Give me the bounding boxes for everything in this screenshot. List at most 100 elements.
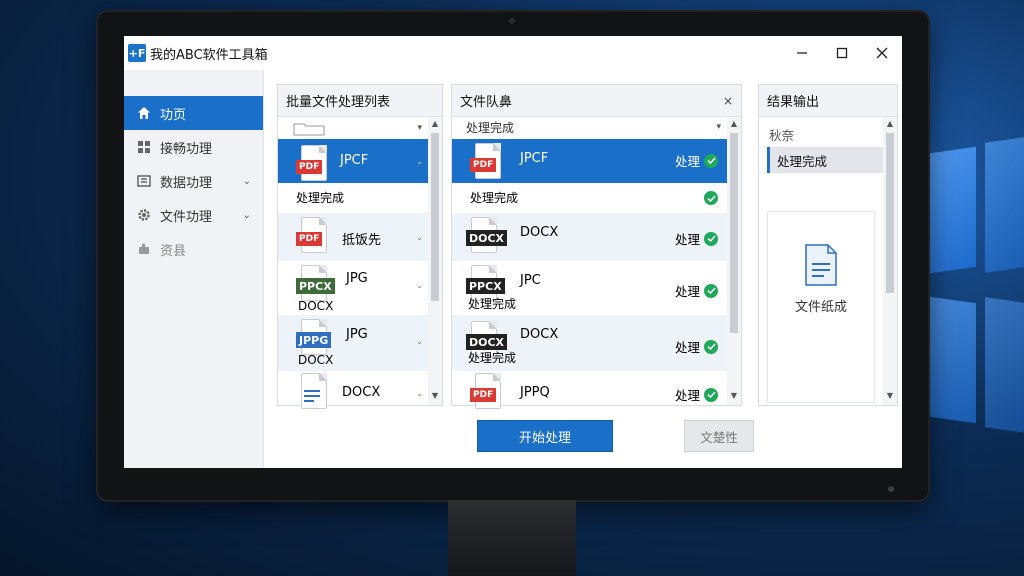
list-item[interactable]: JPPG JPG ⌄ DOCX [278,315,429,371]
chevron-down-icon: ⌄ [242,209,251,221]
scrollbar[interactable]: ▲ ▼ [727,117,741,405]
batch-file-panel: 批量文件处理列表 ▾ PDF JPCF ⌄ 处理完成 PDF 抵饭先 ⌄ PPC… [277,84,443,409]
file-status: 处理完成 [296,191,345,205]
list-item[interactable]: PDF JPCF ⌄ [278,139,429,183]
panel-title: 文件队鼻 [460,95,513,110]
folder-icon [293,123,325,136]
panel-header: 文件队鼻 × [452,85,741,117]
status-label: 处理 [675,281,728,300]
panel-title: 批量文件处理列表 [278,85,442,117]
minimize-icon [797,52,807,54]
title-bar: +F 我的ABC软件工具箱 [124,36,902,70]
status-label: 处理 [675,337,728,356]
scroll-down-icon[interactable]: ▼ [428,391,442,403]
sort-icon[interactable]: ▾ [417,123,422,133]
scroll-thumb[interactable] [886,133,894,293]
minimize-button[interactable] [782,36,822,70]
scroll-down-icon[interactable]: ▼ [883,391,897,403]
start-processing-button[interactable]: 开始处理 [477,420,613,452]
window-title: 我的ABC软件工具箱 [150,47,268,63]
file-name: DOCX [520,327,559,342]
sidebar-item-files[interactable]: 文件功理 ⌄ [124,198,263,232]
scrollbar[interactable]: ▲ ▼ [428,117,442,405]
power-led [888,486,894,492]
list-header: ▾ [278,117,442,139]
queue-row[interactable]: PPCX JPC 处理 处理完成 [452,261,728,315]
close-icon[interactable]: × [723,94,733,108]
status-label: 处理 [675,151,728,170]
scroll-thumb[interactable] [431,133,439,301]
scroll-thumb[interactable] [730,133,738,333]
maximize-button[interactable] [822,36,862,70]
file-name: JPPQ [520,385,550,400]
sidebar-item-home[interactable]: 功页 [124,96,263,130]
docx-file-icon: DOCX [466,217,508,257]
sidebar-item-label: 接畅功理 [160,141,213,157]
queue-row[interactable]: DOCX DOCX 处理 处理完成 [452,315,728,371]
close-button[interactable] [862,36,902,70]
sidebar-item-resources[interactable]: 资县 [124,232,263,266]
pdf-file-icon: PDF [296,145,330,185]
check-icon [704,283,718,298]
list-header-label: 处理完成 [466,120,515,135]
panel-title: 结果输出 [759,85,897,117]
puzzle-icon [136,241,152,257]
queue-row[interactable]: PDF JPPQ 处理 [452,371,728,409]
word-file-icon [296,373,330,413]
list-item[interactable]: DOCX ⌄ [278,371,429,409]
scroll-up-icon[interactable]: ▲ [428,119,442,131]
scroll-up-icon[interactable]: ▲ [883,119,897,131]
scrollbar[interactable]: ▲ ▼ [883,117,897,405]
sidebar-item-data[interactable]: 数据功理 ⌄ [124,164,263,198]
app-logo-icon: +F [128,44,146,62]
desktop-wallpaper-pane [930,296,976,424]
sidebar-item-label: 资县 [160,243,187,259]
data-icon [136,173,152,189]
webcam [509,18,515,24]
file-sub: DOCX [298,353,334,367]
grid-icon [136,139,152,155]
file-name: JPC [520,273,541,288]
queue-row-status: 处理完成 [452,183,728,213]
file-status: 处理完成 [468,297,517,311]
check-icon [704,231,718,246]
scroll-up-icon[interactable]: ▲ [727,119,741,131]
document-icon [805,244,837,286]
file-queue-panel: 文件队鼻 × 处理完成 ▾ PDF JPCF 处理 处理完成 DOCX DOCX [451,84,742,409]
file-status: 处理完成 [470,191,519,205]
secondary-button[interactable]: 文楚性 [684,420,754,452]
file-name: DOCX [342,385,381,400]
sidebar-item-connect[interactable]: 接畅功理 [124,130,263,164]
desktop-wallpaper-pane [930,146,976,274]
home-icon [136,105,152,121]
queue-row[interactable]: DOCX DOCX 处理 [452,213,728,261]
queue-row[interactable]: PDF JPCF 处理 [452,139,728,183]
desktop-wallpaper-pane [985,137,1024,273]
file-sub: DOCX [298,299,334,313]
list-item[interactable]: PPCX JPG ⌄ DOCX [278,261,429,315]
scroll-down-icon[interactable]: ▼ [727,391,741,403]
check-icon [704,339,718,354]
list-item[interactable]: PDF 抵饭先 ⌄ [278,213,429,261]
file-name: JPCF [520,151,549,166]
sidebar-item-label: 数据功理 [160,175,213,191]
file-name: DOCX [520,225,559,240]
list-item-status: 处理完成 [278,183,429,213]
file-name: JPCF [340,153,369,168]
result-item[interactable]: 秋奈 [759,121,897,147]
pdf-file-icon: PDF [470,143,504,183]
sidebar-item-label: 文件功理 [160,209,213,225]
result-item-selected[interactable]: 处理完成 [767,147,889,173]
monitor-stand [448,500,576,576]
sidebar: 功页 接畅功理 数据功理 ⌄ 文件功理 ⌄ 资县 [124,70,264,468]
file-name: JPG [346,327,368,342]
pdf-file-icon: PDF [296,217,330,257]
maximize-icon [836,47,848,59]
sort-icon[interactable]: ▾ [716,122,721,132]
check-icon [704,191,718,205]
file-name: JPG [346,271,368,286]
close-icon [876,47,888,59]
check-icon [704,153,718,168]
list-header: 处理完成 ▾ [452,117,741,137]
result-file-card[interactable]: 文件纸成 [767,211,875,403]
